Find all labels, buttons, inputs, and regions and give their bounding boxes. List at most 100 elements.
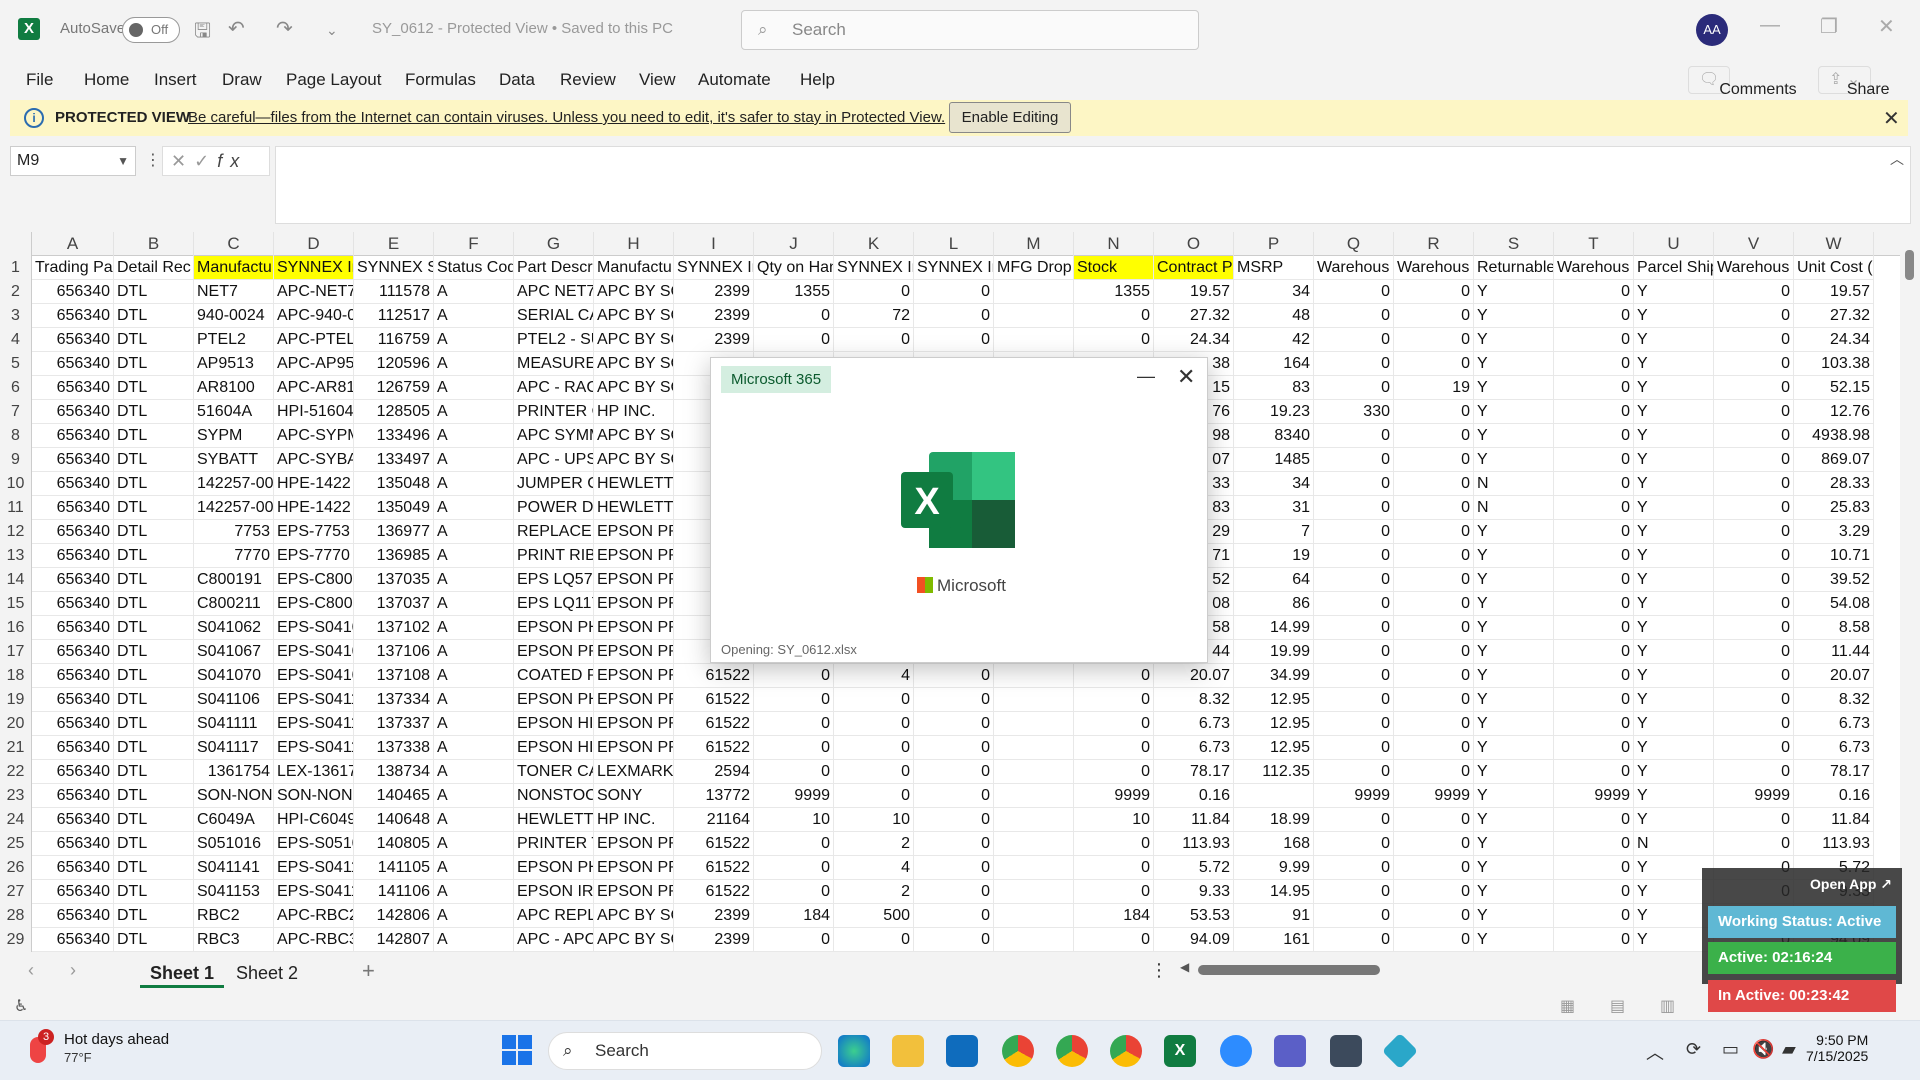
teams-icon[interactable]	[1274, 1035, 1306, 1067]
header-cell[interactable]: Manufactu	[194, 256, 274, 280]
table-cell[interactable]: APC - APC	[514, 928, 594, 952]
table-cell[interactable]: HP INC.	[594, 400, 674, 424]
table-cell[interactable]: COATED P	[514, 664, 594, 688]
table-cell[interactable]: DTL	[114, 664, 194, 688]
table-cell[interactable]: EPS-S0411	[274, 856, 354, 880]
table-cell[interactable]: Y	[1634, 520, 1714, 544]
table-cell[interactable]: Y	[1634, 616, 1714, 640]
name-box[interactable]: M9 ▼	[10, 146, 136, 176]
table-cell[interactable]: Y	[1634, 784, 1714, 808]
table-cell[interactable]	[994, 784, 1074, 808]
table-cell[interactable]: NONSTOC	[514, 784, 594, 808]
sync-icon[interactable]: ⟳	[1686, 1039, 1701, 1060]
table-cell[interactable]: 656340	[32, 760, 114, 784]
table-cell[interactable]: 0	[1314, 640, 1394, 664]
table-cell[interactable]: RBC3	[194, 928, 274, 952]
chrome-icon[interactable]	[1002, 1035, 1034, 1067]
table-cell[interactable]: EPSON IRC	[514, 880, 594, 904]
table-cell[interactable]: 2399	[674, 328, 754, 352]
table-cell[interactable]: HPI-C6049	[274, 808, 354, 832]
share-button[interactable]: ⇪ Share ⌄	[1818, 66, 1890, 98]
table-cell[interactable]: 137334	[354, 688, 434, 712]
header-cell[interactable]: Warehous	[1394, 256, 1474, 280]
table-cell[interactable]: 0	[914, 736, 994, 760]
table-cell[interactable]: 0	[1314, 448, 1394, 472]
table-cell[interactable]	[994, 280, 1074, 304]
table-cell[interactable]: 0	[1394, 544, 1474, 568]
table-cell[interactable]: 1361754	[194, 760, 274, 784]
menu-insert[interactable]: Insert	[154, 70, 197, 90]
table-cell[interactable]: Y	[1474, 544, 1554, 568]
vertical-scrollbar[interactable]	[1900, 232, 1920, 952]
table-cell[interactable]: 61522	[674, 832, 754, 856]
close-window-icon[interactable]: ✕	[1878, 14, 1895, 39]
row-header[interactable]: 23	[0, 784, 32, 808]
table-cell[interactable]: 0	[1714, 712, 1794, 736]
table-cell[interactable]: 168	[1234, 832, 1314, 856]
table-cell[interactable]: 135048	[354, 472, 434, 496]
table-cell[interactable]: 141105	[354, 856, 434, 880]
table-cell[interactable]: 0	[754, 712, 834, 736]
table-cell[interactable]: 10	[1074, 808, 1154, 832]
prev-sheet-icon[interactable]: ‹	[28, 960, 34, 981]
table-cell[interactable]: A	[434, 664, 514, 688]
table-cell[interactable]: 19	[1234, 544, 1314, 568]
table-cell[interactable]: 128505	[354, 400, 434, 424]
table-cell[interactable]: LEXMARK	[594, 760, 674, 784]
table-cell[interactable]: 656340	[32, 808, 114, 832]
table-cell[interactable]: Y	[1634, 328, 1714, 352]
table-cell[interactable]: APC NET7	[514, 280, 594, 304]
menu-automate[interactable]: Automate	[698, 70, 771, 90]
table-cell[interactable]: 142806	[354, 904, 434, 928]
table-cell[interactable]: Y	[1634, 760, 1714, 784]
table-cell[interactable]: SONY	[594, 784, 674, 808]
row-header[interactable]: 29	[0, 928, 32, 952]
table-cell[interactable]: 5.72	[1154, 856, 1234, 880]
table-cell[interactable]: A	[434, 592, 514, 616]
table-cell[interactable]: Y	[1634, 640, 1714, 664]
table-cell[interactable]: 142257-00	[194, 496, 274, 520]
table-cell[interactable]: 0	[1394, 832, 1474, 856]
table-cell[interactable]: 61522	[674, 880, 754, 904]
table-cell[interactable]: A	[434, 688, 514, 712]
table-cell[interactable]: 0	[1074, 688, 1154, 712]
menu-help[interactable]: Help	[800, 70, 835, 90]
table-cell[interactable]: EPSON PH	[514, 856, 594, 880]
table-cell[interactable]: APC SYMM	[514, 424, 594, 448]
table-cell[interactable]: 0	[834, 736, 914, 760]
table-cell[interactable]: 0	[1314, 880, 1394, 904]
table-cell[interactable]: EPS LQ570	[514, 568, 594, 592]
table-cell[interactable]: Y	[1474, 328, 1554, 352]
header-cell[interactable]: Warehous	[1554, 256, 1634, 280]
table-cell[interactable]: N	[1474, 472, 1554, 496]
table-cell[interactable]: 7770	[194, 544, 274, 568]
table-cell[interactable]: Y	[1474, 448, 1554, 472]
table-cell[interactable]: 53.53	[1154, 904, 1234, 928]
table-cell[interactable]: 0	[1074, 304, 1154, 328]
table-cell[interactable]: 20.07	[1154, 664, 1234, 688]
table-cell[interactable]: 8.32	[1154, 688, 1234, 712]
table-cell[interactable]: 0	[1074, 328, 1154, 352]
add-sheet-icon[interactable]: +	[362, 958, 375, 984]
table-cell[interactable]: LEX-13617	[274, 760, 354, 784]
row-header[interactable]: 28	[0, 904, 32, 928]
table-cell[interactable]: APC BY SC	[594, 304, 674, 328]
row-header[interactable]: 21	[0, 736, 32, 760]
table-cell[interactable]: 4	[834, 856, 914, 880]
table-cell[interactable]: 0	[754, 832, 834, 856]
table-cell[interactable]: 0	[834, 760, 914, 784]
table-cell[interactable]: 14.95	[1234, 880, 1314, 904]
table-cell[interactable]: 0	[1394, 304, 1474, 328]
table-cell[interactable]: PTEL2	[194, 328, 274, 352]
table-cell[interactable]: 940-0024	[194, 304, 274, 328]
table-cell[interactable]: 10.71	[1794, 544, 1874, 568]
table-cell[interactable]: 9999	[1554, 784, 1634, 808]
table-cell[interactable]: 0	[914, 688, 994, 712]
column-header-e[interactable]: E	[354, 232, 434, 256]
select-all-corner[interactable]	[0, 232, 32, 256]
table-cell[interactable]: 133497	[354, 448, 434, 472]
table-cell[interactable]: A	[434, 496, 514, 520]
table-cell[interactable]: 113.93	[1154, 832, 1234, 856]
column-header-j[interactable]: J	[754, 232, 834, 256]
table-cell[interactable]: 0	[1554, 448, 1634, 472]
